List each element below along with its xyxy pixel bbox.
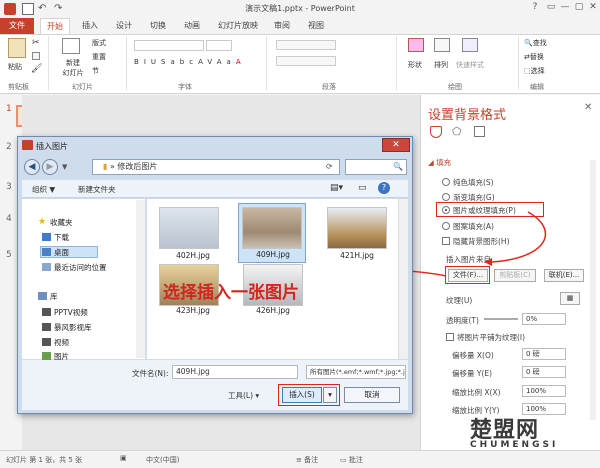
image-thumbnail [242,207,302,249]
language-indicator[interactable]: 中文(中国) [146,455,179,465]
tools-menu[interactable]: 工具(L) ▾ [228,390,259,401]
tree-item-desktop[interactable]: 桌面 [54,247,69,258]
image-thumbnail [327,207,387,249]
file-name: 402H.jpg [176,251,210,260]
video-folder-icon [42,308,51,316]
file-item[interactable]: 421H.jpg [322,203,392,263]
new-folder-button[interactable]: 新建文件夹 [78,184,116,195]
tree-item-videos[interactable]: 视频 [54,337,69,348]
chevron-down-icon: ▾ [253,391,260,400]
help-icon[interactable]: ? [378,182,390,194]
file-item-selected[interactable]: 409H.jpg [238,203,306,263]
address-bar[interactable]: ▮ » 修改后图片 [92,159,340,175]
annotation-text: 选择插入一张图片 [163,283,299,303]
dialog-close-button[interactable]: ✕ [382,138,410,152]
dialog-title: 插入图片 [36,142,68,151]
video-folder-icon [42,338,51,346]
refresh-icon[interactable]: ⟳ [326,162,333,171]
arrow-path [491,211,547,263]
download-folder-icon [42,233,51,241]
file-item[interactable]: 402H.jpg [151,203,235,263]
tree-item-favorites[interactable]: 收藏夹 [50,217,73,228]
dialog-toolbar: 组织 ▼ 新建文件夹 ▤▾ ▭ ? [22,180,408,198]
file-name: 421H.jpg [340,251,374,260]
file-list-scrollbar[interactable] [398,199,408,359]
comments-label: 批注 [348,456,363,464]
tree-item-recent[interactable]: 最近访问的位置 [54,262,107,273]
desktop-icon [42,248,51,256]
back-icon[interactable]: ◀ [24,159,40,175]
history-dropdown-icon[interactable]: ▼ [62,163,67,171]
filetype-select[interactable]: 所有图片(*.emf;*.wmf;*.jpg;*.jp [306,365,406,379]
search-icon: 🔍 [393,162,403,171]
arrow-head [484,258,492,266]
file-name: 426H.jpg [256,306,290,315]
file-name: 423H.jpg [176,306,210,315]
organize-menu[interactable]: 组织 ▼ [32,184,55,195]
video-folder-icon [42,323,51,331]
powerpoint-small-icon [22,140,33,150]
tools-label: 工具(L) [228,391,254,400]
filename-label: 文件名(N): [132,369,169,378]
notes-button[interactable]: ≡ 备注 [296,455,318,465]
insert-button[interactable]: 插入(S) [282,387,322,403]
forward-icon[interactable]: ▶ [42,159,58,175]
comments-icon: ▭ [340,456,349,464]
slide-info: 幻灯片 第 1 张，共 5 张 [6,456,83,464]
star-icon: ★ [38,217,47,227]
view-options-icon[interactable]: ▤▾ [330,183,343,193]
search-input[interactable]: 🔍 [345,159,407,175]
comments-button[interactable]: ▭ 批注 [340,455,363,465]
breadcrumb-path: 修改后图片 [117,162,158,171]
recent-icon [42,263,51,271]
image-thumbnail [159,207,219,249]
picture-folder-icon [42,352,51,360]
spellcheck-icon[interactable]: ▣ [120,454,127,462]
file-name: 409H.jpg [256,250,290,259]
tree-item-downloads[interactable]: 下载 [54,232,69,243]
library-icon [38,292,47,300]
folder-icon: ▮ [103,162,110,171]
notes-label: 备注 [304,456,319,464]
watermark-subtext: CHUMENGSI [470,440,559,450]
filename-input[interactable]: 409H.jpg [172,365,298,379]
tree-item-library[interactable]: 库 [50,291,58,302]
notes-icon: ≡ [296,456,305,464]
insert-dropdown-button[interactable]: ▾ [323,387,337,403]
status-bar: 幻灯片 第 1 张，共 5 张 ▣ 中文(中国) ≡ 备注 ▭ 批注 [0,450,600,468]
tree-item-baofeng[interactable]: 暴风影视库 [54,322,92,333]
tree-scrollbar[interactable] [136,200,145,358]
preview-pane-icon[interactable]: ▭ [358,183,367,193]
tree-item-pptv[interactable]: PPTV视频 [54,307,88,318]
cancel-button[interactable]: 取消 [344,387,400,403]
